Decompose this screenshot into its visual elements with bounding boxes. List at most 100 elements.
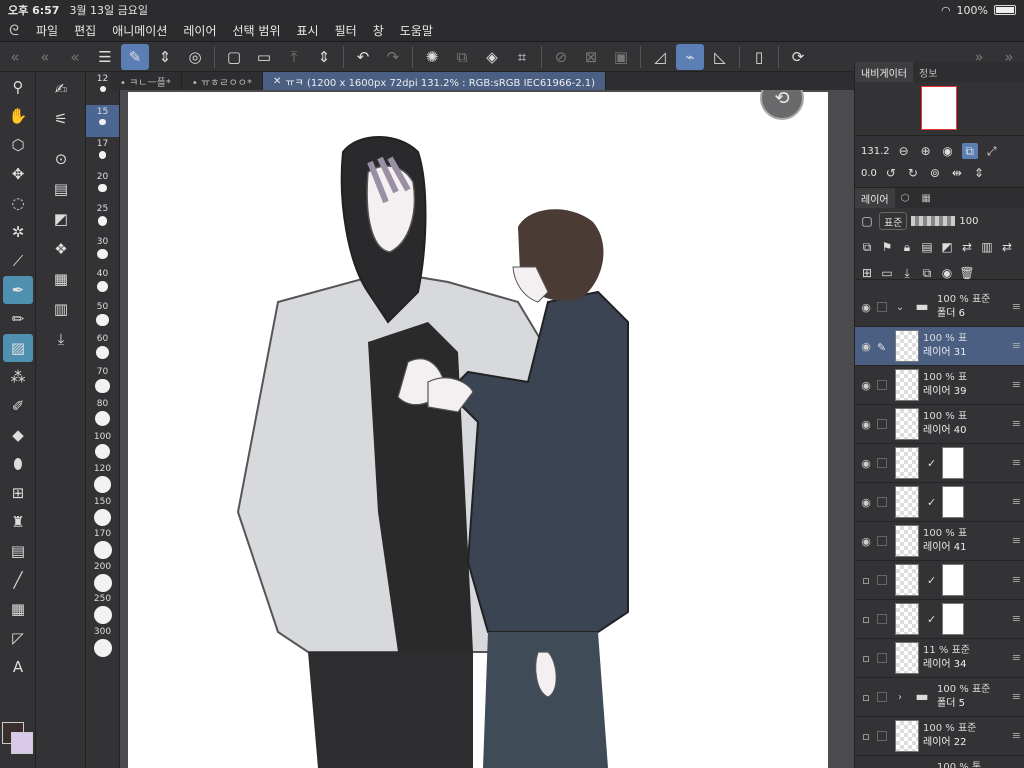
navigator-circle-icon[interactable]: ⊙ — [44, 144, 78, 174]
pen-icon[interactable]: ✎ — [877, 341, 887, 354]
lasso-tool-icon[interactable]: ◌ — [3, 189, 33, 217]
app-logo-icon[interactable]: ᘓ — [0, 23, 28, 39]
brush-size-item[interactable]: 60 — [86, 332, 119, 365]
layer-row[interactable]: ▫ 100 % 표준 레이어 22 ≡ — [855, 717, 1024, 756]
collapse-left-icon[interactable]: « — [1, 44, 29, 70]
brush-size-item[interactable]: 70 — [86, 365, 119, 398]
menu-help[interactable]: 도움말 — [392, 22, 441, 39]
layer-panel-icon[interactable]: ◩ — [44, 204, 78, 234]
grid-icon[interactable]: ▦ — [44, 264, 78, 294]
chevron-icon[interactable]: ⌄ — [893, 302, 907, 313]
layer-row[interactable]: ◉ 100 % 표 레이어 39 ≡ — [855, 366, 1024, 405]
settings-sliders-icon[interactable]: ⚟ — [44, 104, 78, 134]
chevron-icon[interactable]: › — [893, 692, 907, 703]
new-raster-layer-icon[interactable]: ⊞ — [859, 265, 875, 281]
brush-size-item[interactable]: 170 — [86, 527, 119, 560]
brush-size-item[interactable]: 15 — [86, 104, 119, 137]
tab-info[interactable]: 정보 — [913, 62, 943, 82]
layer-row[interactable]: ▫ › ▬ 100 % 표준 폴더 5 ≡ — [855, 678, 1024, 717]
new-folder-icon[interactable]: ▭ — [879, 265, 895, 281]
eye-icon[interactable]: ◉ — [855, 340, 877, 353]
cloud-icon[interactable]: ◎ — [181, 44, 209, 70]
hand-tool-icon[interactable]: ✋ — [3, 102, 33, 130]
layer-menu-icon[interactable]: ≡ — [1012, 495, 1021, 508]
copy-icon[interactable]: ⧉ — [448, 44, 476, 70]
line-tool-icon[interactable]: ╱ — [3, 566, 33, 594]
menu-filter[interactable]: 필터 — [327, 22, 365, 39]
layer-row[interactable]: ◉ 100 % 표 레이어 41 ≡ — [855, 522, 1024, 561]
brush-stabilizer-icon[interactable]: ⌁ — [676, 43, 704, 70]
hidden-icon[interactable]: ▫ — [855, 652, 877, 665]
cube-tool-icon[interactable]: ⬡ — [3, 131, 33, 159]
layer-color-icon[interactable]: ▢ — [859, 213, 875, 229]
pen-subtool-icon[interactable]: ✍ — [44, 74, 78, 104]
clip-icon[interactable]: ⧉ — [859, 239, 875, 255]
frame-tool-icon[interactable]: ▦ — [3, 595, 33, 623]
brush-size-item[interactable]: 150 — [86, 495, 119, 528]
layer-row[interactable]: ▫ 11 % 표준 레이어 34 ≡ — [855, 639, 1024, 678]
brush-size-item[interactable]: 80 — [86, 397, 119, 430]
zoom-reset-icon[interactable]: ◉ — [940, 143, 956, 159]
layer-menu-icon[interactable]: ≡ — [1012, 729, 1021, 742]
layer-lock-checkbox[interactable] — [877, 497, 887, 507]
rotation-value[interactable]: 0.0 — [861, 168, 877, 179]
layer-row[interactable]: ◉ ⌄ ▬ 100 % 표준 폴더 6 ≡ — [855, 288, 1024, 327]
navigator-thumbnail[interactable] — [921, 86, 957, 130]
delete-layer-icon[interactable]: 🗑︎ — [959, 265, 975, 281]
background-color[interactable] — [11, 732, 33, 754]
layer-mask-thumbnail[interactable] — [942, 564, 965, 596]
eye-icon[interactable]: ◉ — [855, 418, 877, 431]
hidden-icon[interactable]: ▫ — [855, 730, 877, 743]
layer-row[interactable]: ▫ ✓ ≡ — [855, 600, 1024, 639]
eye-icon[interactable]: ◉ — [855, 535, 877, 548]
layer-lock-checkbox[interactable] — [877, 653, 887, 663]
brush-size-item[interactable]: 100 — [86, 430, 119, 463]
blend-mode-select[interactable]: 표준 — [879, 212, 908, 230]
redo-icon[interactable]: ↷ — [379, 44, 407, 70]
magic-wand-icon[interactable]: ✲ — [3, 218, 33, 246]
add-mask-icon[interactable]: ◉ — [939, 265, 955, 281]
loading-icon[interactable]: ✺ — [418, 44, 446, 70]
smartphone-icon[interactable]: ▯ — [745, 44, 773, 70]
fill-icon[interactable]: ◈ — [478, 44, 506, 70]
mask-toggle-icon[interactable]: ⇄ — [959, 239, 975, 255]
brush-size-item[interactable]: 200 — [86, 560, 119, 593]
transfer-down-icon[interactable]: ⤓ — [899, 265, 915, 281]
flip-vertical-icon[interactable]: ⇕ — [971, 165, 987, 181]
brush-tool-icon[interactable]: ▨ — [3, 334, 33, 362]
export-icon[interactable]: ⤓ — [44, 324, 78, 354]
rotate-left-icon[interactable]: ↺ — [883, 165, 899, 181]
brush-size-item[interactable]: 250 — [86, 592, 119, 625]
layer-lock-checkbox[interactable] — [877, 731, 887, 741]
invert-selection-icon[interactable]: ⊠ — [577, 44, 605, 70]
zoom-value[interactable]: 131.2 — [861, 146, 890, 157]
layer-row[interactable]: ◉ ✎ 100 % 표 레이어 31 ≡ — [855, 327, 1024, 366]
layer-row[interactable]: ◉ ✓ ≡ — [855, 444, 1024, 483]
hamburger-menu-icon[interactable]: ☰ — [91, 44, 119, 70]
brush-size-item[interactable]: 25 — [86, 202, 119, 235]
layer-menu-icon[interactable]: ≡ — [1012, 651, 1021, 664]
menu-window[interactable]: 창 — [365, 22, 392, 39]
open-folder-icon[interactable]: ▭ — [250, 44, 278, 70]
hidden-icon[interactable]: ▫ — [855, 613, 877, 626]
layer-lock-checkbox[interactable] — [877, 536, 887, 546]
layer-row[interactable]: ▫›▬100 % 통폴더 3≡ — [855, 756, 1024, 768]
menu-layer[interactable]: 레이어 — [175, 22, 224, 39]
tab-document-2[interactable]: • ㅠㅎㄹㅇㅇ* — [182, 72, 263, 90]
eye-icon[interactable]: ◉ — [855, 496, 877, 509]
eyedropper-icon[interactable]: ⟋ — [3, 247, 33, 275]
layer-menu-icon[interactable]: ≡ — [1012, 456, 1021, 469]
layer-menu-icon[interactable]: ≡ — [1012, 612, 1021, 625]
brush-size-item[interactable]: 30 — [86, 235, 119, 268]
tab-navigator[interactable]: 내비게이터 — [855, 62, 913, 82]
deselect-icon[interactable]: ⊘ — [547, 44, 575, 70]
layer-lock-checkbox[interactable] — [877, 419, 887, 429]
reference-icon[interactable]: ⚑ — [879, 239, 895, 255]
close-icon[interactable]: ✕ — [273, 76, 281, 87]
zoom-tool-icon[interactable]: ⚲ — [3, 73, 33, 101]
opacity-slider[interactable] — [911, 216, 956, 226]
pen-tool-icon[interactable]: ✒ — [3, 276, 33, 304]
tab-document-1[interactable]: • ㅋㄴㅡ플* — [110, 72, 182, 90]
menu-edit[interactable]: 편집 — [66, 22, 104, 39]
layer-lock-checkbox[interactable] — [877, 614, 887, 624]
